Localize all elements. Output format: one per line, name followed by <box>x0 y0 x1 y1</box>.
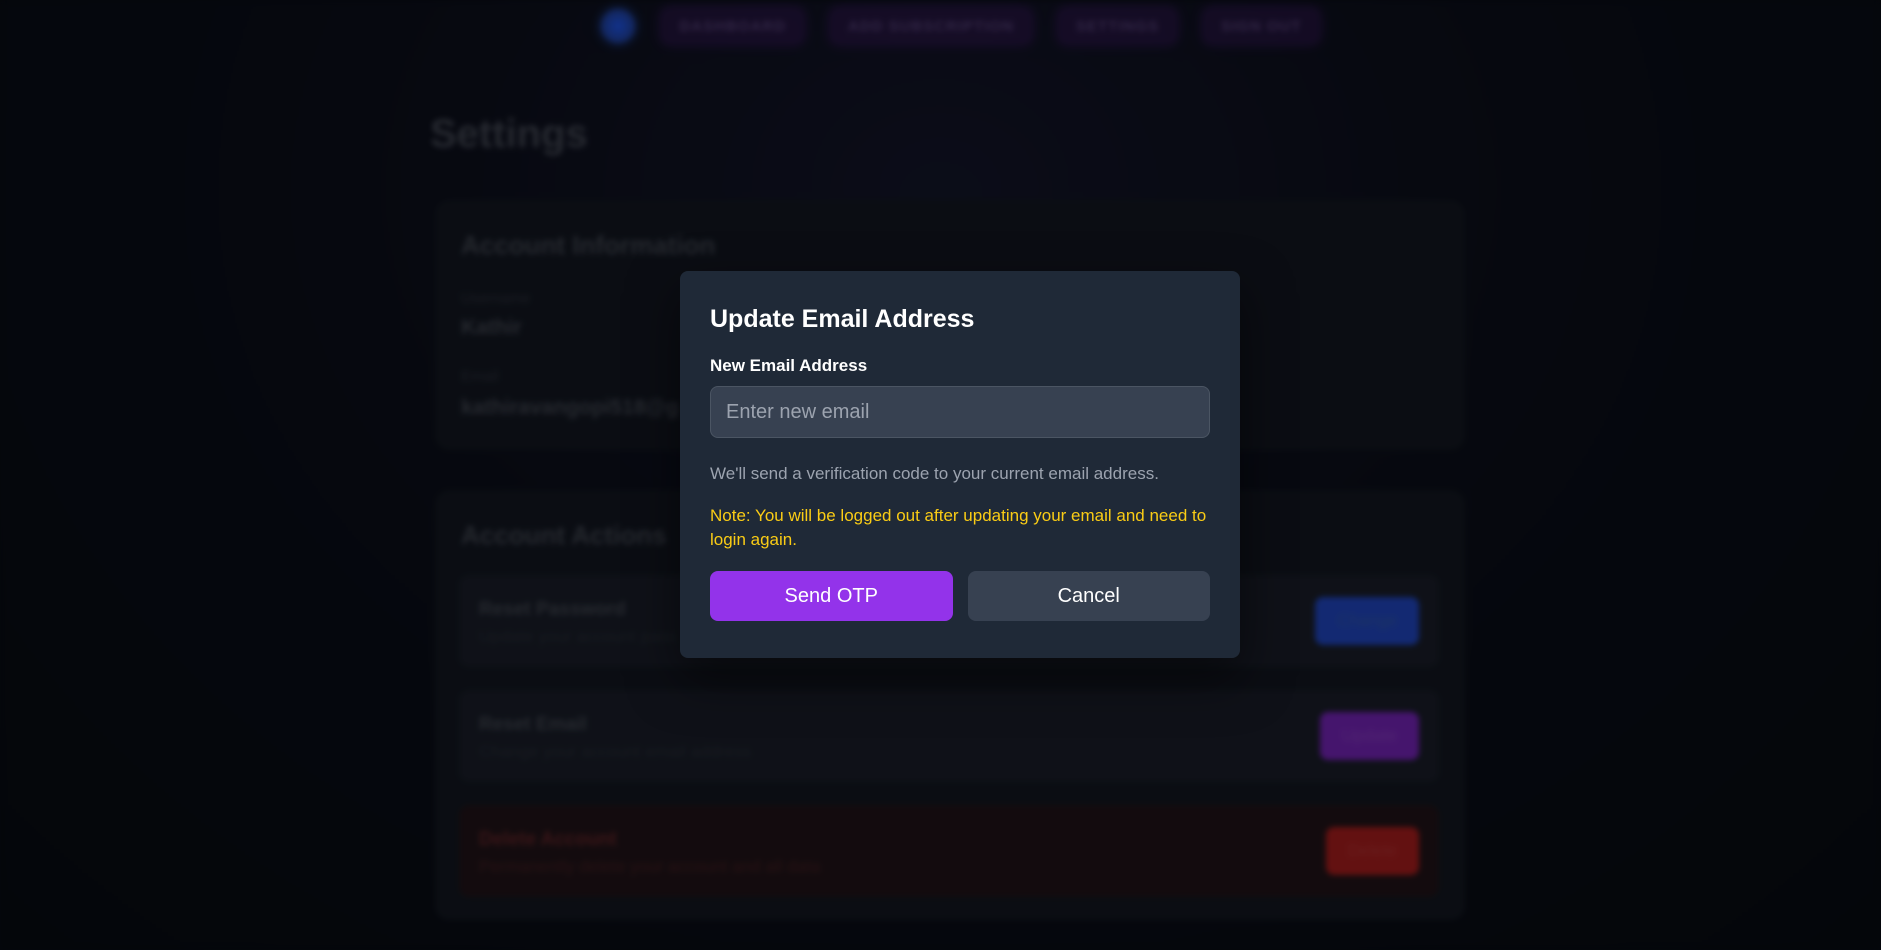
verification-hint: We'll send a verification code to your c… <box>710 464 1159 483</box>
new-email-input[interactable] <box>710 386 1210 438</box>
logout-note: Note: You will be logged out after updat… <box>710 505 1207 550</box>
update-email-modal: Update Email Address New Email Address W… <box>680 271 1240 658</box>
modal-title: Update Email Address <box>710 305 975 333</box>
send-otp-button[interactable]: Send OTP <box>710 571 953 622</box>
modal-actions: Send OTP Cancel <box>710 571 1210 622</box>
new-email-label: New Email Address <box>710 356 868 375</box>
cancel-button[interactable]: Cancel <box>967 571 1210 622</box>
